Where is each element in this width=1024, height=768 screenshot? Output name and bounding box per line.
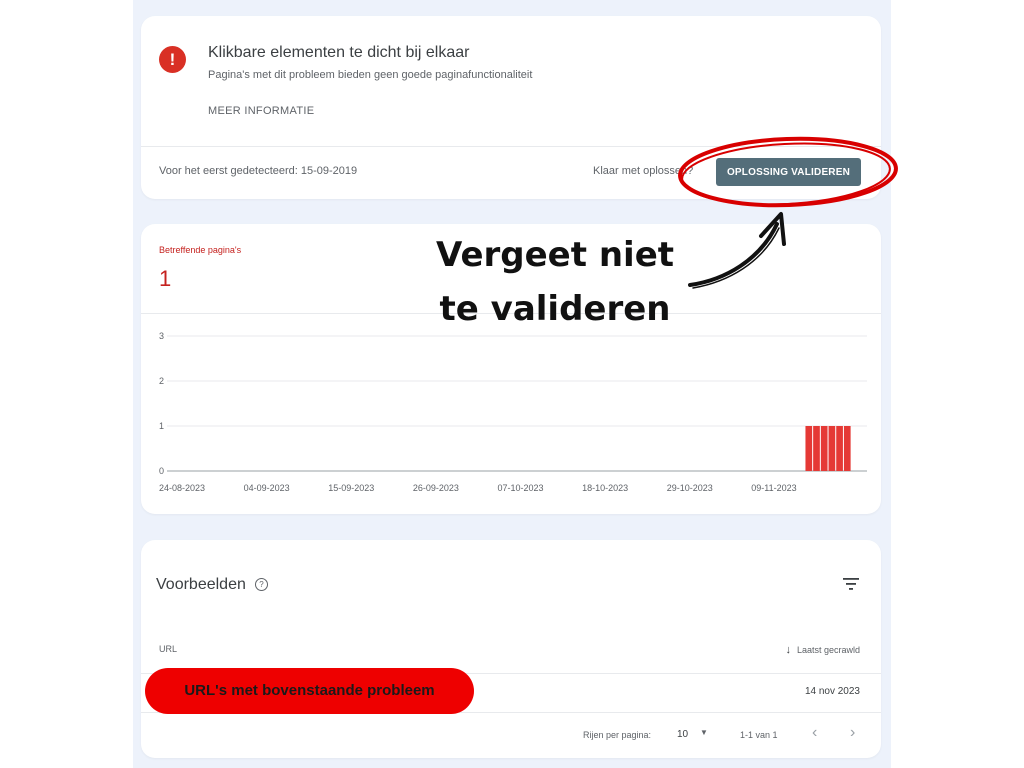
done-prompt: Klaar met oplossen? bbox=[593, 165, 694, 177]
arrow-down-icon: ↓ bbox=[785, 644, 791, 656]
x-tick-label: 04-09-2023 bbox=[244, 483, 290, 493]
annotation-line-2: te valideren bbox=[439, 289, 671, 329]
y-tick-label: 2 bbox=[159, 376, 164, 386]
urls-annotation-pill: URL's met bovenstaande probleem bbox=[145, 668, 474, 714]
previous-page-icon[interactable]: ‹ bbox=[812, 724, 817, 742]
first-detected-text: Voor het eerst gedetecteerd: 15-09-2019 bbox=[159, 165, 358, 177]
chart-bar bbox=[828, 426, 836, 471]
issue-title: Klikbare elementen te dicht bij elkaar bbox=[208, 44, 470, 61]
affected-pages-chart: 0 1 2 3 24-08-2023 04-09-2023 15-09-2023 26-09-… bbox=[159, 331, 867, 493]
rows-per-page-select[interactable]: 10 bbox=[677, 729, 688, 740]
chart-bar bbox=[843, 426, 851, 471]
x-tick-label: 24-08-2023 bbox=[159, 483, 205, 493]
x-tick-label: 18-10-2023 bbox=[582, 483, 628, 493]
annotation-line-1: Vergeet niet bbox=[436, 235, 674, 275]
x-tick-label: 26-09-2023 bbox=[413, 483, 459, 493]
x-tick-label: 09-11-2023 bbox=[751, 483, 796, 493]
annotation-text: Vergeet niet te valideren bbox=[430, 228, 680, 336]
x-tick-label: 15-09-2023 bbox=[328, 483, 374, 493]
next-page-icon[interactable]: › bbox=[850, 724, 855, 742]
chart-bar bbox=[836, 426, 843, 471]
caret-down-icon[interactable]: ▼ bbox=[700, 728, 708, 737]
error-icon: ! bbox=[159, 46, 186, 73]
validate-fix-button[interactable]: OPLOSSING VALIDEREN bbox=[716, 158, 861, 186]
help-icon[interactable]: ? bbox=[255, 578, 268, 591]
y-tick-label: 3 bbox=[159, 331, 164, 341]
x-tick-label: 29-10-2023 bbox=[667, 483, 713, 493]
rows-per-page-label: Rijen per pagina: bbox=[583, 730, 652, 740]
y-tick-label: 1 bbox=[159, 421, 164, 431]
filter-icon[interactable] bbox=[843, 578, 859, 590]
column-header-last-crawled-label: Laatst gecrawld bbox=[796, 645, 860, 655]
examples-title: Voorbeelden bbox=[156, 576, 246, 593]
issue-card: ! Klikbare elementen te dicht bij elkaar… bbox=[141, 16, 881, 199]
pagination-range: 1-1 van 1 bbox=[740, 730, 778, 740]
chart-bar bbox=[813, 426, 820, 471]
chart-bar bbox=[805, 426, 813, 471]
issue-subtitle: Pagina's met dit probleem bieden geen go… bbox=[208, 69, 533, 81]
x-tick-label: 07-10-2023 bbox=[497, 483, 543, 493]
more-info-link[interactable]: MEER INFORMATIE bbox=[208, 105, 314, 117]
chart-bar bbox=[820, 426, 828, 471]
column-header-last-crawled[interactable]: ↓ Laatst gecrawld bbox=[785, 644, 860, 656]
table-row-date: 14 nov 2023 bbox=[804, 686, 860, 697]
affected-pages-count: 1 bbox=[159, 266, 172, 291]
column-header-url: URL bbox=[159, 644, 178, 654]
divider bbox=[141, 146, 881, 147]
affected-pages-label: Betreffende pagina's bbox=[159, 245, 242, 255]
examples-card: Voorbeelden ? URL ↓ Laatst gecrawld 14 no… bbox=[141, 540, 881, 758]
y-tick-label: 0 bbox=[159, 466, 164, 476]
